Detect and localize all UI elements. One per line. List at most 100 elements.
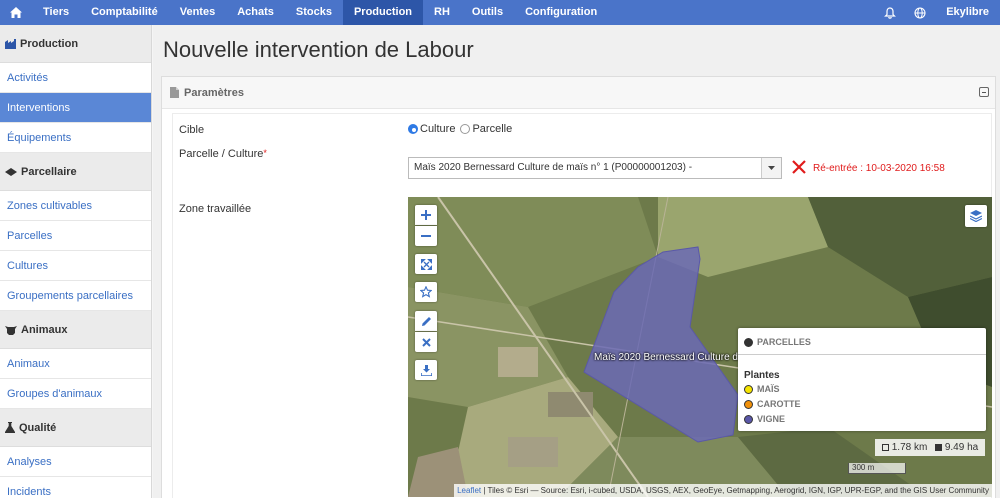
- nav-stocks[interactable]: Stocks: [285, 0, 343, 25]
- radio-culture[interactable]: [408, 124, 418, 134]
- sidebar-section-production: Production: [0, 25, 151, 63]
- sidebar-item-animaux[interactable]: Animaux: [0, 349, 151, 379]
- parameters-panel: Paramètres Cible Culture Parcelle Parcel…: [161, 76, 996, 498]
- zoom-in-button[interactable]: [415, 205, 437, 225]
- language-button[interactable]: [905, 0, 935, 25]
- cible-radio-group: Culture Parcelle: [408, 123, 517, 135]
- sidebar-item-interventions[interactable]: Interventions: [0, 93, 151, 123]
- close-icon: [421, 337, 431, 347]
- plus-icon: [421, 210, 431, 220]
- parcelle-culture-select[interactable]: Maïs 2020 Bernessard Culture de maïs n° …: [408, 157, 782, 179]
- favorite-button[interactable]: [415, 282, 437, 302]
- sidebar-item-groupes-animaux[interactable]: Groupes d'animaux: [0, 379, 151, 409]
- attribution-text: | Tiles © Esri — Source: Esri, i-cubed, …: [481, 486, 989, 495]
- map-legend: PARCELLES Plantes MAÏS CAROTTE VIGNE: [738, 328, 986, 431]
- legend-dot-parcelles: [744, 337, 753, 347]
- delete-shape-button[interactable]: [415, 332, 437, 352]
- legend-dot-carotte: [744, 399, 753, 409]
- land-icon: [5, 167, 17, 176]
- nav-achats[interactable]: Achats: [226, 0, 285, 25]
- main-content: Nouvelle intervention de Labour Paramètr…: [153, 25, 1000, 498]
- document-icon: [170, 87, 179, 98]
- nav-configuration[interactable]: Configuration: [514, 0, 608, 25]
- nav-right: Ekylibre: [875, 0, 1000, 25]
- layers-button[interactable]: [965, 205, 987, 227]
- draw-button[interactable]: [415, 311, 437, 331]
- sidebar-item-parcelles[interactable]: Parcelles: [0, 221, 151, 251]
- leaflet-link[interactable]: Leaflet: [457, 486, 481, 495]
- expand-icon: [420, 258, 432, 270]
- radio-culture-label[interactable]: Culture: [420, 123, 455, 135]
- factory-icon: [5, 38, 16, 49]
- sidebar: Production Activités Interventions Équip…: [0, 25, 152, 498]
- radio-parcelle-label[interactable]: Parcelle: [472, 123, 512, 135]
- collapse-button[interactable]: [979, 87, 989, 97]
- globe-icon: [914, 6, 926, 19]
- layers-icon: [970, 210, 982, 222]
- legend-dot-vigne: [744, 414, 753, 424]
- legend-label: VIGNE: [757, 414, 786, 424]
- legend-carotte: CAROTTE: [744, 399, 801, 409]
- legend-label: MAÏS: [757, 384, 780, 394]
- parcelle-culture-label: Parcelle / Culture*: [179, 148, 267, 160]
- sidebar-section-label: Qualité: [19, 421, 57, 434]
- select-value: Maïs 2020 Bernessard Culture de maïs n° …: [414, 162, 693, 173]
- sidebar-section-label: Animaux: [21, 323, 68, 336]
- cow-icon: [5, 325, 17, 335]
- sidebar-item-cultures[interactable]: Cultures: [0, 251, 151, 281]
- legend-mais: MAÏS: [744, 384, 780, 394]
- measure-length-value: 1.78 km: [891, 442, 928, 453]
- measure-length: 1.78 km: [881, 442, 928, 453]
- sidebar-item-activites[interactable]: Activités: [0, 63, 151, 93]
- star-icon: [420, 286, 432, 298]
- sidebar-item-groupements-parcellaires[interactable]: Groupements parcellaires: [0, 281, 151, 311]
- nav-ventes[interactable]: Ventes: [169, 0, 226, 25]
- form-area: Cible Culture Parcelle Parcelle / Cultur…: [172, 113, 992, 498]
- fullscreen-button[interactable]: [415, 254, 437, 274]
- home-icon: [10, 7, 22, 18]
- caret-down-icon: [768, 166, 775, 170]
- legend-label: PARCELLES: [757, 337, 811, 347]
- legend-plantes-title: Plantes: [744, 370, 780, 381]
- nav-rh[interactable]: RH: [423, 0, 461, 25]
- sidebar-item-equipements[interactable]: Équipements: [0, 123, 151, 153]
- radio-parcelle[interactable]: [460, 124, 471, 134]
- legend-parcelles: PARCELLES: [744, 337, 811, 347]
- page-title: Nouvelle intervention de Labour: [163, 37, 474, 62]
- required-mark: *: [263, 148, 267, 158]
- select-dropdown-button[interactable]: [761, 158, 781, 178]
- home-button[interactable]: [0, 0, 32, 25]
- legend-vigne: VIGNE: [744, 414, 785, 424]
- sidebar-item-incidents[interactable]: Incidents: [0, 477, 151, 498]
- bell-icon: [884, 6, 897, 19]
- download-button[interactable]: [415, 360, 437, 380]
- sidebar-section-parcellaire: Parcellaire: [0, 153, 151, 191]
- nav-tiers[interactable]: Tiers: [32, 0, 80, 25]
- map-view[interactable]: Maïs 2020 Bernessard Culture de maïs n° …: [408, 197, 992, 497]
- flask-icon: [5, 422, 15, 433]
- sidebar-item-analyses[interactable]: Analyses: [0, 447, 151, 477]
- map-attribution: Leaflet | Tiles © Esri — Source: Esri, i…: [454, 484, 992, 497]
- notifications-button[interactable]: [875, 0, 905, 25]
- measure-info: 1.78 km 9.49 ha: [875, 439, 985, 456]
- outline-square-icon: [881, 443, 889, 451]
- error-cross-icon: [792, 160, 806, 174]
- sidebar-section-label: Parcellaire: [21, 165, 77, 178]
- sidebar-item-zones-cultivables[interactable]: Zones cultivables: [0, 191, 151, 221]
- sidebar-section-qualite: Qualité: [0, 409, 151, 447]
- legend-dot-mais: [744, 384, 753, 394]
- zone-travaillee-label: Zone travaillée: [179, 203, 252, 215]
- zoom-out-button[interactable]: [415, 226, 437, 246]
- top-navbar: Tiers Comptabilité Ventes Achats Stocks …: [0, 0, 1000, 25]
- download-icon: [420, 364, 432, 376]
- nav-comptabilite[interactable]: Comptabilité: [80, 0, 169, 25]
- user-menu[interactable]: Ekylibre: [935, 0, 1000, 25]
- scale-bar: 300 m: [848, 463, 906, 474]
- parcelle-culture-text: Parcelle / Culture: [179, 148, 264, 160]
- legend-label: CAROTTE: [757, 399, 801, 409]
- nav-production[interactable]: Production: [342, 0, 424, 25]
- minus-icon: [421, 235, 431, 237]
- reentry-warning: Ré-entrée : 10-03-2020 16:58: [813, 163, 945, 174]
- nav-outils[interactable]: Outils: [461, 0, 514, 25]
- cible-label: Cible: [179, 124, 205, 136]
